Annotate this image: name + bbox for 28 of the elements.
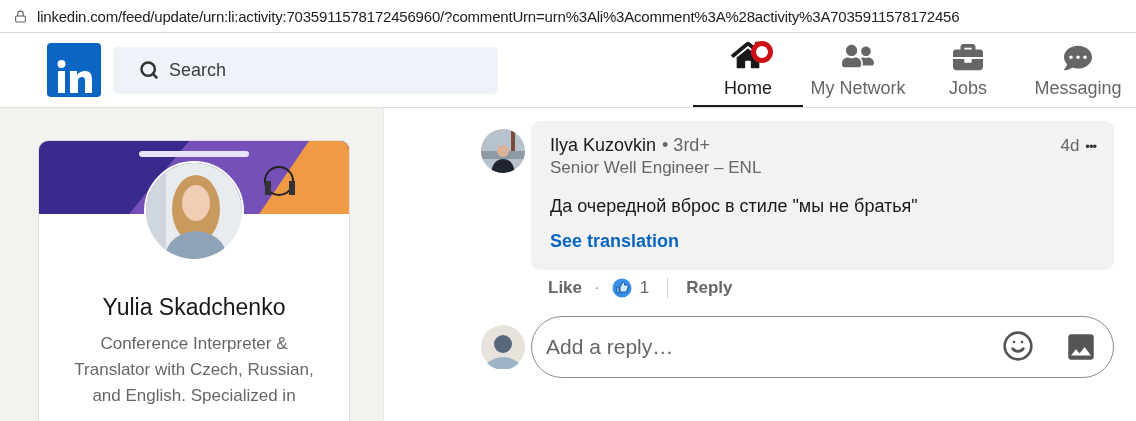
nav-tab[interactable]: My Network — [803, 33, 913, 107]
profile-headline: Conference Interpreter & Translator with Czech, Russian, and English. Specialized in — [73, 333, 315, 407]
author-name[interactable]: Ilya Kuzovkin — [550, 135, 657, 156]
chat-icon — [1064, 44, 1092, 72]
reaction-count[interactable]: 1 — [639, 278, 650, 298]
thumbs-up-icon — [611, 278, 632, 298]
emoji-icon[interactable] — [1002, 330, 1034, 362]
comment-time: 4d — [1060, 136, 1080, 156]
search-field[interactable]: Search — [113, 46, 498, 94]
nav-tab[interactable]: Jobs — [913, 33, 1023, 107]
lock-icon — [14, 9, 27, 23]
avatar-icon — [481, 325, 525, 369]
briefcase-icon — [953, 42, 983, 72]
reply-button[interactable]: Reply — [686, 278, 733, 298]
author-title: Senior Well Engineer – ENL — [550, 158, 763, 178]
logo-icon[interactable] — [47, 43, 101, 97]
like-button[interactable]: Like — [548, 278, 583, 298]
separator-dot: · — [594, 278, 600, 298]
reply-field[interactable]: Add a reply… — [531, 316, 1114, 378]
translation-link[interactable]: See translation — [550, 231, 680, 252]
url-text[interactable]: linkedin.com/feed/update/urn:li:activity:7035911578172456960/?commentUrn=urn%3Ali%3Acomment%3A%28activity%3A7035911578172456 — [37, 7, 960, 25]
search-icon — [139, 60, 159, 80]
comment-text: Да очередной вброс в стиле "мы не братья" — [550, 196, 919, 217]
connection-degree: • 3rd+ — [662, 135, 710, 156]
nav-tab[interactable]: Messaging — [1023, 33, 1133, 107]
nav-tab[interactable]: Home — [693, 33, 803, 107]
profile-name[interactable]: Yulia Skadchenko — [102, 294, 286, 321]
more-button[interactable]: ••• — [1085, 139, 1096, 154]
